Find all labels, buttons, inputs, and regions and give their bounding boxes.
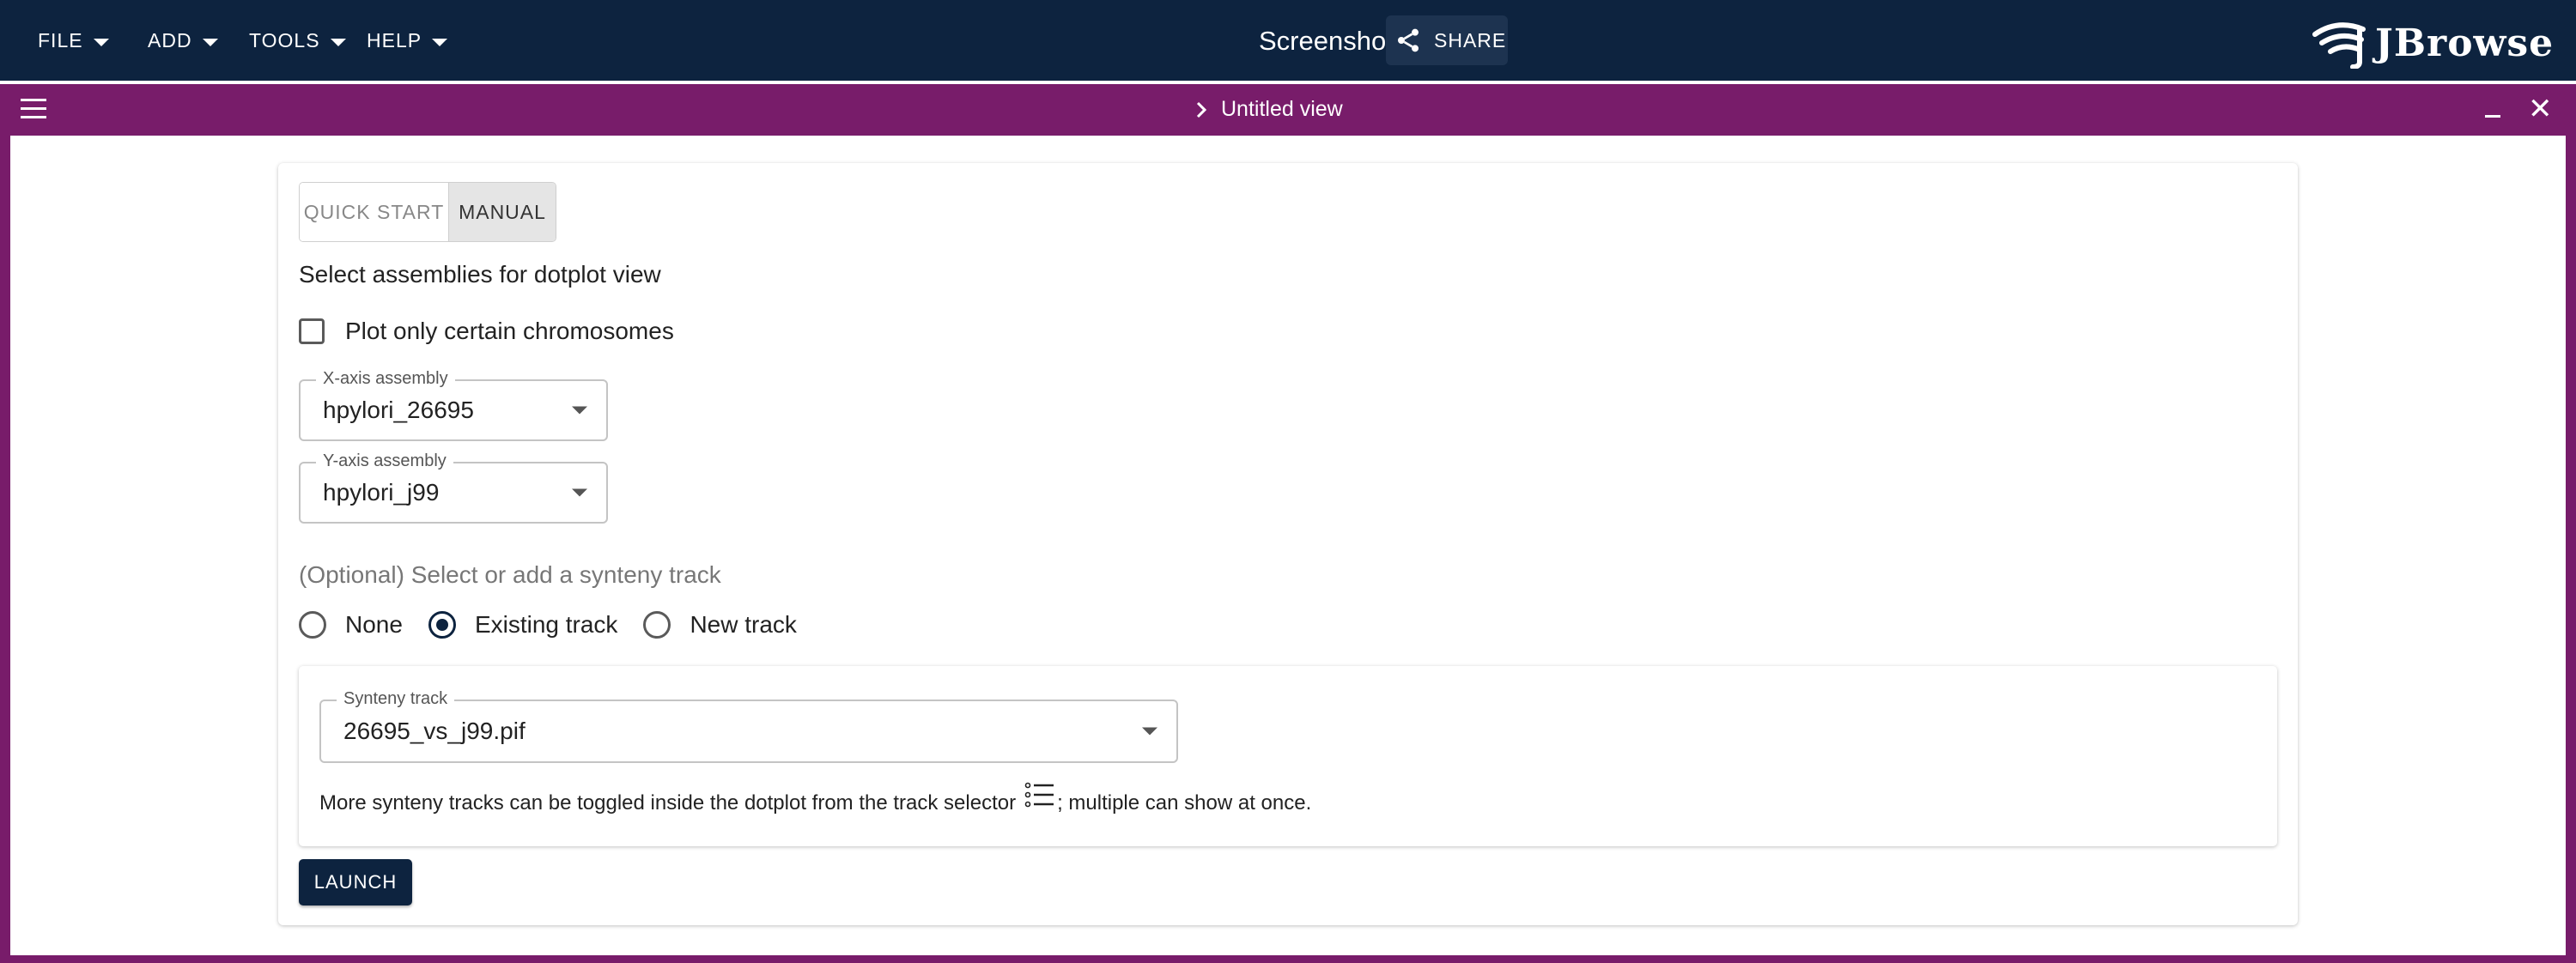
- plot-certain-chromosomes-option[interactable]: Plot only certain chromosomes: [299, 318, 674, 345]
- synteny-track-select[interactable]: Synteny track 26695_vs_j99.pif: [319, 689, 1178, 763]
- y-axis-assembly-label: Y-axis assembly: [316, 451, 453, 471]
- y-axis-assembly-select[interactable]: Y-axis assembly hpylori_j99: [299, 451, 608, 524]
- app-bar: FILE ADD TOOLS HELP Screenshot SHARE JBr…: [0, 0, 2576, 81]
- caret-down-icon: [1142, 727, 1157, 736]
- plot-certain-chromosomes-checkbox[interactable]: [299, 318, 325, 344]
- jbrowse-logo-icon: [2312, 22, 2366, 69]
- hint-text-after: ; multiple can show at once.: [1057, 791, 1312, 815]
- synteny-track-label: Synteny track: [337, 689, 455, 709]
- help-menu-label: HELP: [367, 28, 422, 51]
- radio-new-track[interactable]: New track: [643, 611, 797, 639]
- radio-none[interactable]: None: [299, 611, 403, 639]
- mode-tabs: QUICK START MANUAL: [299, 182, 556, 242]
- caret-down-icon: [202, 38, 218, 46]
- synteny-heading: (Optional) Select or add a synteny track: [299, 561, 721, 588]
- share-icon: [1398, 28, 1419, 52]
- synteny-track-value: 26695_vs_j99.pif: [343, 718, 526, 744]
- radio-existing-track[interactable]: Existing track: [428, 611, 618, 639]
- checkbox-label: Plot only certain chromosomes: [345, 318, 674, 344]
- tab-quick-start[interactable]: QUICK START: [300, 183, 449, 241]
- view-title-text: Untitled view: [1221, 97, 1343, 121]
- view-header: Untitled view ✕: [0, 84, 2576, 136]
- format-list-bulleted-icon: [1024, 782, 1054, 808]
- share-label: SHARE: [1434, 28, 1507, 51]
- tools-menu-button[interactable]: TOOLS: [249, 19, 346, 62]
- session-name[interactable]: Screenshot: [1259, 26, 1394, 57]
- share-button[interactable]: SHARE: [1386, 15, 1508, 65]
- caret-down-icon: [93, 38, 109, 46]
- x-axis-assembly-select[interactable]: X-axis assembly hpylori_26695: [299, 369, 608, 441]
- add-menu-label: ADD: [148, 28, 192, 51]
- hamburger-menu-icon[interactable]: [21, 99, 46, 119]
- file-menu-button[interactable]: FILE: [38, 19, 109, 62]
- radio-new-label: New track: [690, 611, 797, 638]
- logo-text: JBrowse: [2375, 21, 2555, 65]
- radio-new-circle[interactable]: [643, 611, 671, 639]
- caret-down-icon: [572, 406, 587, 415]
- minimize-icon[interactable]: [2485, 115, 2500, 118]
- tab-manual[interactable]: MANUAL: [449, 183, 556, 241]
- radio-existing-label: Existing track: [474, 611, 618, 638]
- caret-down-icon: [432, 38, 448, 46]
- tools-menu-label: TOOLS: [249, 28, 320, 51]
- radio-none-circle[interactable]: [299, 611, 326, 639]
- view-title[interactable]: Untitled view: [1194, 97, 1343, 122]
- help-menu-button[interactable]: HELP: [367, 19, 448, 62]
- radio-none-label: None: [345, 611, 403, 638]
- launch-button[interactable]: LAUNCH: [299, 859, 412, 905]
- synteny-radio-group: None Existing track New track: [299, 611, 823, 639]
- file-menu-label: FILE: [38, 28, 83, 51]
- chevron-right-icon: [1196, 101, 1207, 118]
- x-axis-assembly-label: X-axis assembly: [316, 369, 455, 389]
- radio-existing-circle[interactable]: [428, 611, 456, 639]
- synteny-hint: More synteny tracks can be toggled insid…: [319, 782, 1312, 817]
- add-menu-button[interactable]: ADD: [148, 19, 218, 62]
- y-axis-assembly-value: hpylori_j99: [323, 479, 440, 506]
- jbrowse-logo: JBrowse: [2312, 17, 2554, 69]
- x-axis-assembly-value: hpylori_26695: [323, 397, 474, 423]
- caret-down-icon: [330, 38, 346, 46]
- close-icon[interactable]: ✕: [2528, 94, 2553, 124]
- assemblies-heading: Select assemblies for dotplot view: [299, 261, 661, 288]
- hint-text-before: More synteny tracks can be toggled insid…: [319, 791, 1017, 815]
- caret-down-icon: [572, 488, 587, 497]
